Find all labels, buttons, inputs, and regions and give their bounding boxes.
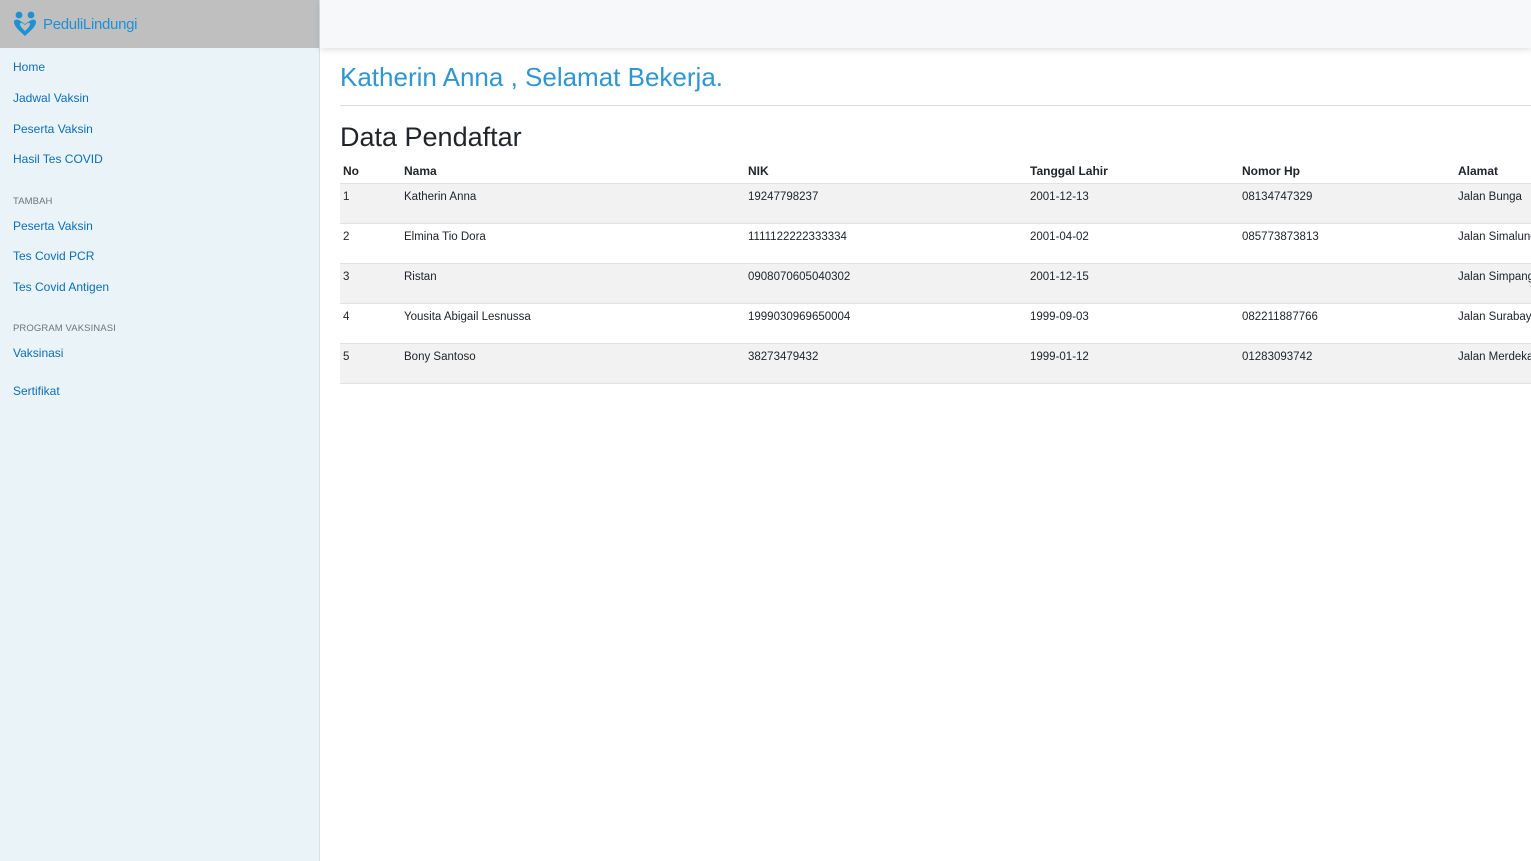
- cell-alamat: Jalan Merdeka: [1455, 343, 1531, 384]
- nav-tes-covid-antigen[interactable]: Tes Covid Antigen: [0, 280, 109, 294]
- peduli-lindungi-logo-icon: [14, 11, 36, 36]
- cell-tanggal-lahir: 1999-01-12: [1027, 343, 1239, 384]
- column-header-nik: NIK: [745, 162, 1027, 184]
- brand-header[interactable]: PeduliLindungi: [0, 0, 319, 48]
- nav-jadwal-vaksin[interactable]: Jadwal Vaksin: [0, 91, 89, 105]
- table-row: 3 Ristan 0908070605040302 2001-12-15 Jal…: [340, 263, 1531, 304]
- cell-nik: 38273479432: [745, 343, 1027, 384]
- cell-tanggal-lahir: 1999-09-03: [1027, 303, 1239, 344]
- cell-nama: Yousita Abigail Lesnussa: [401, 303, 745, 344]
- page-title: Data Pendaftar: [340, 122, 522, 152]
- table-row: 5 Bony Santoso 38273479432 1999-01-12 01…: [340, 343, 1531, 384]
- main-content: Katherin Anna , Selamat Bekerja. Data Pe…: [340, 48, 1531, 861]
- cell-nama: Bony Santoso: [401, 343, 745, 384]
- cell-no: 5: [340, 343, 401, 384]
- registrants-table: No Nama NIK Tanggal Lahir Nomor Hp Alama…: [340, 162, 1531, 384]
- nav-peserta-vaksin[interactable]: Peserta Vaksin: [0, 122, 93, 136]
- cell-nik: 1111122222333334: [745, 223, 1027, 264]
- sidebar: PeduliLindungi Home Jadwal Vaksin Pesert…: [0, 0, 320, 861]
- table-row: 4 Yousita Abigail Lesnussa 1999030969650…: [340, 303, 1531, 344]
- cell-alamat: Jalan Bunga: [1455, 183, 1531, 224]
- table-row: 2 Elmina Tio Dora 1111122222333334 2001-…: [340, 223, 1531, 264]
- nav-vaksinasi[interactable]: Vaksinasi: [0, 346, 63, 360]
- cell-no: 3: [340, 263, 401, 304]
- cell-alamat: Jalan Simalungun: [1455, 223, 1531, 264]
- cell-alamat: Jalan Surabaya: [1455, 303, 1531, 344]
- cell-no: 1: [340, 183, 401, 224]
- cell-nama: Katherin Anna: [401, 183, 745, 224]
- column-header-alamat: Alamat: [1455, 162, 1531, 184]
- column-header-no: No: [340, 162, 401, 184]
- brand-name: PeduliLindungi: [43, 15, 138, 33]
- cell-nomor-hp: 085773873813: [1239, 223, 1455, 264]
- divider: [340, 105, 1531, 106]
- column-header-nomor-hp: Nomor Hp: [1239, 162, 1455, 184]
- table-header-row: No Nama NIK Tanggal Lahir Nomor Hp Alama…: [340, 162, 1531, 184]
- top-navbar: [320, 0, 1531, 48]
- cell-nomor-hp: 01283093742: [1239, 343, 1455, 384]
- nav-heading-program-vaksinasi: PROGRAM VAKSINASI: [13, 323, 116, 334]
- registrants-table-container: No Nama NIK Tanggal Lahir Nomor Hp Alama…: [340, 162, 1531, 384]
- cell-nama: Ristan: [401, 263, 745, 304]
- greeting-heading: Katherin Anna , Selamat Bekerja.: [340, 62, 724, 92]
- nav-home[interactable]: Home: [0, 60, 45, 74]
- column-header-tanggal-lahir: Tanggal Lahir: [1027, 162, 1239, 184]
- cell-nama: Elmina Tio Dora: [401, 223, 745, 264]
- nav-tambah-peserta-vaksin[interactable]: Peserta Vaksin: [0, 219, 93, 233]
- column-header-nama: Nama: [401, 162, 745, 184]
- cell-nik: 0908070605040302: [745, 263, 1027, 304]
- nav-sertifikat[interactable]: Sertifikat: [0, 384, 60, 398]
- cell-no: 4: [340, 303, 401, 344]
- cell-tanggal-lahir: 2001-12-13: [1027, 183, 1239, 224]
- cell-nomor-hp: 082211887766: [1239, 303, 1455, 344]
- nav-tes-covid-pcr[interactable]: Tes Covid PCR: [0, 249, 94, 263]
- cell-nomor-hp: 08134747329: [1239, 183, 1455, 224]
- cell-alamat: Jalan Simpang: [1455, 263, 1531, 304]
- table-row: 1 Katherin Anna 19247798237 2001-12-13 0…: [340, 183, 1531, 224]
- nav-hasil-tes-covid[interactable]: Hasil Tes COVID: [0, 152, 103, 166]
- nav-heading-tambah: TAMBAH: [13, 196, 53, 207]
- cell-no: 2: [340, 223, 401, 264]
- cell-nik: 1999030969650004: [745, 303, 1027, 344]
- cell-tanggal-lahir: 2001-04-02: [1027, 223, 1239, 264]
- cell-tanggal-lahir: 2001-12-15: [1027, 263, 1239, 304]
- cell-nik: 19247798237: [745, 183, 1027, 224]
- cell-nomor-hp: [1239, 263, 1455, 304]
